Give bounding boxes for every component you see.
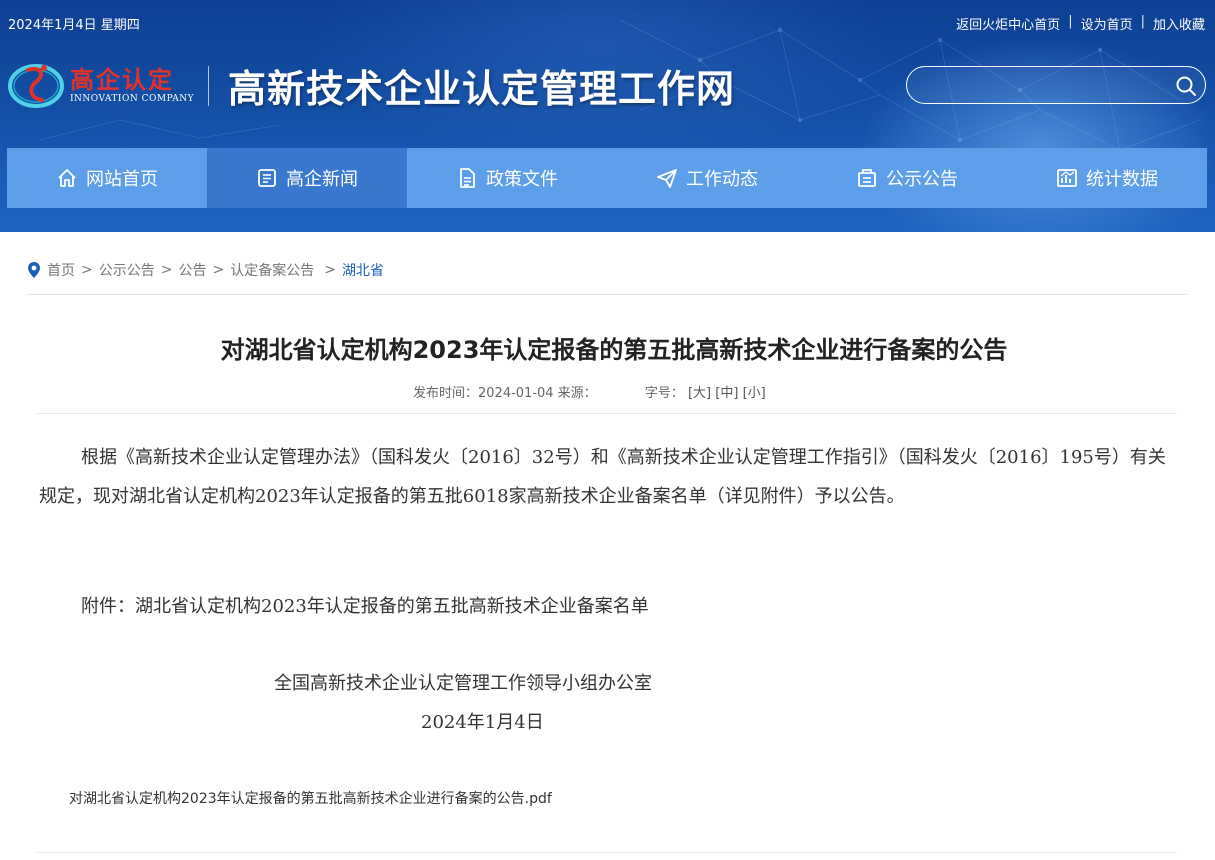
- add-favorite-link[interactable]: 加入收藏: [1153, 14, 1205, 33]
- breadcrumb-separator: >: [160, 262, 173, 278]
- divider: |: [1140, 14, 1145, 29]
- nav-item-label: 高企新闻: [286, 169, 358, 190]
- font-size-label: 字号：: [644, 386, 684, 401]
- breadcrumb-filing-announcement[interactable]: 认定备案公告: [230, 260, 314, 280]
- breadcrumb-notices[interactable]: 公示公告: [99, 260, 155, 280]
- nav-item-notices[interactable]: 公示公告: [807, 148, 1007, 208]
- nav-item-policy[interactable]: 政策文件: [407, 148, 607, 208]
- search-box: [906, 66, 1206, 104]
- home-icon: [58, 169, 76, 187]
- nav-item-statistics[interactable]: 统计数据: [1007, 148, 1207, 208]
- document-icon: [460, 168, 475, 188]
- news-icon: [258, 169, 276, 187]
- logo-english-text: INNOVATION COMPANY: [70, 94, 195, 104]
- font-size-medium-button[interactable]: [中]: [715, 386, 738, 401]
- nav-item-label: 统计数据: [1086, 169, 1158, 190]
- location-pin-icon: [28, 262, 40, 278]
- main-content: 首页 > 公示公告 > 公告 > 认定备案公告 > 湖北省 对湖北省认定机构20…: [7, 232, 1207, 860]
- paper-plane-icon: [657, 169, 677, 188]
- pdf-attachment-link[interactable]: 对湖北省认定机构2023年认定报备的第五批高新技术企业进行备案的公告.pdf: [69, 788, 552, 808]
- logo-ring-icon: [8, 64, 64, 108]
- chart-icon: [1057, 169, 1077, 187]
- site-logo[interactable]: 高企认定 INNOVATION COMPANY: [6, 52, 206, 112]
- torch-center-home-link[interactable]: 返回火炬中心首页: [956, 14, 1060, 33]
- top-links: 返回火炬中心首页 | 设为首页 | 加入收藏: [956, 14, 1205, 33]
- site-header: 2024年1月4日 星期四 返回火炬中心首页 | 设为首页 | 加入收藏 高企认…: [0, 0, 1215, 232]
- font-size-large-button[interactable]: [大]: [688, 386, 711, 401]
- site-title: 高新技术企业认定管理工作网: [228, 66, 736, 111]
- publish-info: 发布时间：2024-01-04 来源：: [413, 386, 597, 401]
- breadcrumb-announcement[interactable]: 公告: [178, 260, 206, 280]
- nav-item-label: 工作动态: [686, 169, 758, 190]
- font-size-small-button[interactable]: [小]: [743, 386, 766, 401]
- breadcrumb-home[interactable]: 首页: [47, 260, 75, 280]
- nav-item-label: 网站首页: [86, 169, 158, 190]
- nav-item-home[interactable]: 网站首页: [7, 148, 207, 208]
- search-input[interactable]: [921, 73, 1165, 99]
- article-body: 根据《高新技术企业认定管理办法》（国科发火〔2016〕32号）和《高新技术企业认…: [39, 438, 1179, 516]
- breadcrumb-separator: >: [81, 262, 93, 278]
- nav-item-news[interactable]: 高企新闻: [207, 148, 407, 208]
- nav-item-work-updates[interactable]: 工作动态: [607, 148, 807, 208]
- logo-chinese-text: 高企认定: [70, 65, 174, 94]
- issuing-organization: 全国高新技术企业认定管理工作领导小组办公室: [274, 673, 652, 694]
- nav-item-label: 政策文件: [486, 169, 558, 190]
- signature-date: 2024年1月4日: [421, 712, 544, 733]
- article-meta: 发布时间：2024-01-04 来源： 字号： [大] [中] [小]: [413, 382, 766, 401]
- divider: [37, 852, 1177, 853]
- breadcrumb-separator: >: [324, 262, 336, 278]
- current-date: 2024年1月4日 星期四: [8, 18, 140, 33]
- breadcrumb: 首页 > 公示公告 > 公告 > 认定备案公告 > 湖北省: [27, 260, 384, 280]
- divider: [37, 413, 1177, 414]
- breadcrumb-current[interactable]: 湖北省: [342, 260, 384, 280]
- main-nav: 网站首页 高企新闻 政策文件 工作动态 公示公告 统计数据: [7, 148, 1207, 208]
- breadcrumb-separator: >: [212, 262, 225, 278]
- set-homepage-link[interactable]: 设为首页: [1081, 14, 1133, 33]
- divider: [27, 294, 1187, 295]
- article-paragraph: 根据《高新技术企业认定管理办法》（国科发火〔2016〕32号）和《高新技术企业认…: [39, 447, 1166, 507]
- search-icon[interactable]: [1175, 75, 1197, 97]
- notice-icon: [858, 169, 876, 187]
- divider: |: [1068, 14, 1073, 29]
- article-title: 对湖北省认定机构2023年认定报备的第五批高新技术企业进行备案的公告: [220, 336, 1008, 364]
- attachment-note: 附件：湖北省认定机构2023年认定报备的第五批高新技术企业备案名单: [81, 596, 649, 617]
- nav-item-label: 公示公告: [886, 169, 958, 190]
- logo-divider: [208, 66, 209, 106]
